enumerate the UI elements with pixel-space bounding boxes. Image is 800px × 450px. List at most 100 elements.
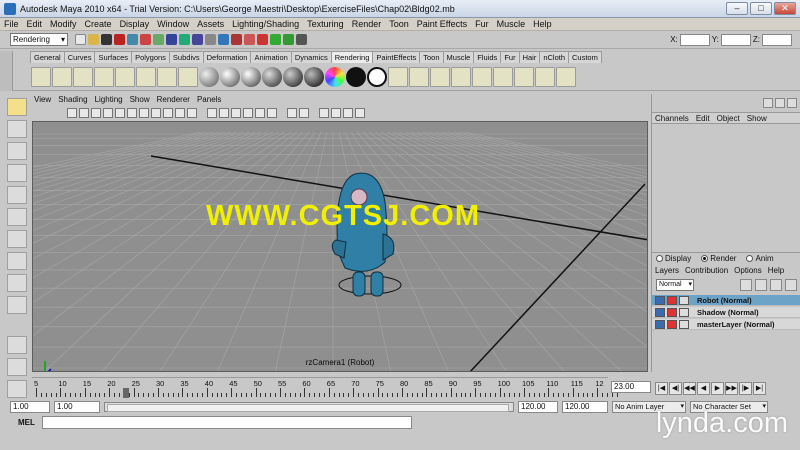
snap-curve-icon[interactable] [166,34,177,45]
render-settings-icon[interactable] [244,34,255,45]
viewport-menu-view[interactable]: View [34,95,51,104]
layer-attributes-icon[interactable] [679,307,689,317]
menu-set-dropdown[interactable]: Rendering [10,33,68,46]
ramp-shader-icon[interactable] [325,66,345,87]
mel-label[interactable]: MEL [18,418,42,427]
layer-menu-contribution[interactable]: Contribution [685,266,728,275]
save-scene-icon[interactable] [101,34,112,45]
shelf-tab-curves[interactable]: Curves [63,51,96,63]
shelf-tab-fluids[interactable]: Fluids [473,51,502,63]
shelf-tab-custom[interactable]: Custom [568,51,602,63]
new-empty-layer-icon[interactable] [755,279,767,291]
viewport-menu-shading[interactable]: Shading [58,95,87,104]
anisotropic-material-icon[interactable] [283,66,303,87]
shelf-tab-polygons[interactable]: Polygons [131,51,170,63]
maximize-button[interactable]: □ [750,2,772,15]
z-field[interactable] [762,33,792,46]
go-to-end-icon[interactable]: ▶| [753,381,766,395]
shelf-options[interactable] [0,51,13,91]
directional-light-icon[interactable] [94,66,114,87]
show-layer-editor-icon[interactable] [775,98,785,108]
shelf-tab-toon[interactable]: Toon [419,51,444,63]
playback-start-field[interactable]: 1.00 [54,400,100,413]
gate-mask-icon[interactable] [151,107,161,118]
new-layer-from-selection-icon[interactable] [770,279,782,291]
channel-box-menu-channels[interactable]: Channels [655,114,689,123]
shelf-tab-rendering[interactable]: Rendering [330,51,374,63]
step-forward-frame-icon[interactable]: |▶ [739,381,752,395]
shadows-icon[interactable] [267,107,277,118]
bookmark-icon[interactable] [91,107,101,118]
viewport-menu-show[interactable]: Show [130,95,150,104]
menu-paint-effects[interactable]: Paint Effects [417,19,467,29]
menu-create[interactable]: Create [85,19,112,29]
hardware-texturing-icon[interactable] [355,107,365,118]
attribute-editor-icon[interactable] [270,34,281,45]
render-settings-shelf-icon[interactable] [493,66,513,87]
use-background-icon[interactable] [367,66,387,87]
grid-toggle-icon[interactable] [115,107,125,118]
command-input[interactable] [42,415,412,429]
shelf-tab-subdivs[interactable]: Subdivs [168,51,204,63]
layer-renderable-icon[interactable] [655,319,665,329]
close-button[interactable]: ✕ [774,2,796,15]
layer-recycle-icon[interactable] [667,319,677,329]
snap-grid-icon[interactable] [153,34,164,45]
y-field[interactable] [720,33,751,46]
channel-box-menu-object[interactable]: Object [717,114,740,123]
resolution-gate-icon[interactable] [139,107,149,118]
animation-end-field[interactable]: 120.00 [562,400,608,413]
wireframe-on-shaded-icon[interactable] [231,107,241,118]
layer-row-robot[interactable]: Robot (Normal) [652,295,800,306]
hypershade-icon[interactable] [257,34,268,45]
ipr-render-icon[interactable] [231,34,242,45]
history-icon[interactable] [205,34,216,45]
select-tool-icon[interactable] [7,98,27,116]
camera-attributes-icon[interactable] [79,107,89,118]
select-hierarchy-icon[interactable] [114,34,125,45]
outliner-layout-icon[interactable] [7,380,27,398]
layer-recycle-icon[interactable] [667,295,677,305]
ipr-icon[interactable] [430,66,450,87]
camera-select-icon[interactable] [67,107,77,118]
current-frame-field[interactable]: 23.00 [611,381,651,393]
channel-box-icon[interactable] [296,34,307,45]
xray-icon[interactable] [287,107,297,118]
render-frame-icon[interactable] [218,34,229,45]
area-light-icon[interactable] [136,66,156,87]
backface-culling-icon[interactable] [331,107,341,118]
shelf-tab-dynamics[interactable]: Dynamics [290,51,332,63]
channel-box-menu-edit[interactable]: Edit [696,114,710,123]
hypershade-shelf-icon[interactable] [472,66,492,87]
menu-file[interactable]: File [4,19,19,29]
render-pass-icon[interactable] [535,66,555,87]
volume-light-icon[interactable] [157,66,177,87]
show-both-icon[interactable] [787,98,797,108]
soft-mod-tool-icon[interactable] [7,252,27,270]
menu-toon[interactable]: Toon [389,19,409,29]
layer-recycle-icon[interactable] [667,307,677,317]
render-layer-icon[interactable] [514,66,534,87]
manipulator-tool-icon[interactable] [7,230,27,248]
range-bar[interactable] [104,401,514,412]
shelf-tab-surfaces[interactable]: Surfaces [94,51,133,63]
menu-fur[interactable]: Fur [475,19,489,29]
render-current-icon[interactable] [409,66,429,87]
surface-shader-icon[interactable] [346,66,366,87]
layer-menu-options[interactable]: Options [734,266,762,275]
open-scene-icon[interactable] [88,34,99,45]
layer-mode-render[interactable]: Render [701,254,736,263]
spot-light-icon[interactable] [52,66,72,87]
step-forward-key-icon[interactable]: ▶▶ [725,381,738,395]
light-linking-icon[interactable] [178,66,198,87]
field-chart-icon[interactable] [163,107,173,118]
layer-row-master[interactable]: masterLayer (Normal) [652,319,800,330]
animation-start-field[interactable]: 1.00 [10,400,50,413]
select-component-icon[interactable] [140,34,151,45]
single-perspective-layout-icon[interactable] [7,336,27,354]
layer-menu-layers[interactable]: Layers [655,266,679,275]
layer-menu-help[interactable]: Help [768,266,784,275]
layer-blend-dropdown[interactable]: Normal [656,279,694,291]
viewport-menu-panels[interactable]: Panels [197,95,221,104]
safe-action-icon[interactable] [175,107,185,118]
